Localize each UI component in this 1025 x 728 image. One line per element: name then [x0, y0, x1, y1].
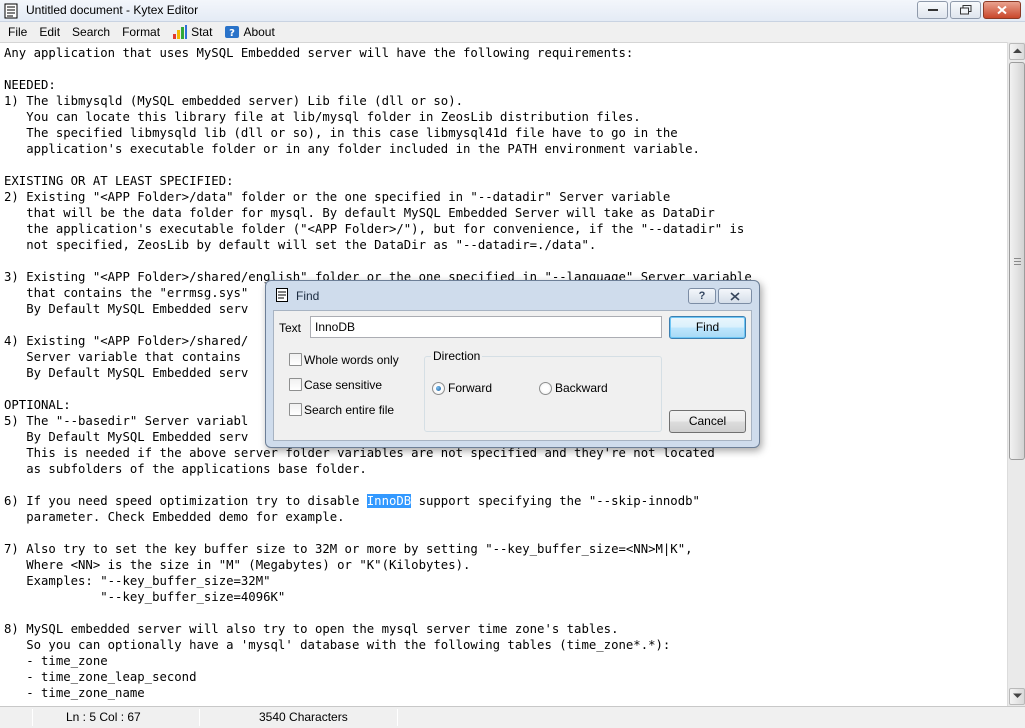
menu-file[interactable]: File — [2, 22, 33, 42]
find-dialog-titlebar[interactable]: Find ? — [266, 281, 759, 309]
menu-bar: File Edit Search Format Stat ? About — [0, 22, 1025, 42]
window-title: Untitled document - Kytex Editor — [26, 3, 199, 17]
find-dialog-body: Text Find Whole words only Case sensitiv… — [273, 310, 752, 441]
find-button[interactable]: Find — [669, 316, 746, 339]
menu-search[interactable]: Search — [66, 22, 116, 42]
menu-edit[interactable]: Edit — [33, 22, 66, 42]
search-entire-checkbox[interactable] — [289, 403, 302, 416]
status-divider — [32, 709, 33, 726]
backward-radio[interactable] — [539, 382, 552, 395]
forward-label[interactable]: Forward — [448, 381, 492, 395]
scroll-up-button[interactable] — [1009, 43, 1025, 60]
find-dialog: Find ? Text Find Whole words only Case s… — [265, 280, 760, 448]
document-icon — [4, 3, 18, 19]
case-sensitive-label[interactable]: Case sensitive — [304, 378, 382, 392]
svg-text:?: ? — [230, 28, 236, 39]
find-text-input[interactable] — [310, 316, 662, 338]
scroll-down-icon — [1013, 693, 1022, 698]
case-sensitive-checkbox[interactable] — [289, 378, 302, 391]
direction-label: Direction — [431, 349, 483, 363]
character-count: 3540 Characters — [259, 710, 348, 724]
thumb-grip — [1014, 261, 1021, 262]
whole-words-checkbox[interactable] — [289, 353, 302, 366]
minimize-button[interactable] — [917, 1, 948, 19]
close-icon — [730, 292, 740, 301]
thumb-grip — [1014, 264, 1021, 265]
menu-about-label: About — [243, 24, 275, 39]
maximize-button[interactable] — [950, 1, 981, 19]
title-bar: Untitled document - Kytex Editor — [0, 0, 1025, 22]
close-icon — [997, 5, 1007, 15]
scrollbar-thumb[interactable] — [1009, 62, 1025, 460]
editor-text-after: support specifying the "--skip-innodb" p… — [4, 494, 700, 700]
cursor-position: Ln : 5 Col : 67 — [66, 710, 141, 724]
close-button[interactable] — [983, 1, 1021, 19]
scroll-down-button[interactable] — [1009, 688, 1025, 705]
menu-stat-label: Stat — [191, 24, 213, 39]
scroll-up-icon — [1013, 48, 1022, 53]
selected-text: InnoDB — [366, 494, 412, 508]
thumb-grip — [1014, 258, 1021, 259]
document-icon — [276, 288, 288, 302]
dialog-help-button[interactable]: ? — [688, 288, 716, 304]
status-divider — [397, 709, 398, 726]
menu-format[interactable]: Format — [116, 22, 166, 42]
help-icon: ? — [225, 26, 240, 39]
status-divider — [199, 709, 200, 726]
minimize-icon — [927, 9, 938, 11]
find-dialog-title: Find — [296, 289, 320, 303]
forward-radio[interactable] — [432, 382, 445, 395]
menu-stat[interactable]: Stat — [166, 22, 218, 42]
status-bar: Ln : 5 Col : 67 3540 Characters — [0, 706, 1025, 728]
backward-label[interactable]: Backward — [555, 381, 608, 395]
help-label: ? — [698, 290, 706, 302]
vertical-scrollbar[interactable] — [1007, 42, 1025, 706]
menu-about[interactable]: ? About — [218, 22, 280, 42]
maximize-icon — [959, 5, 971, 15]
whole-words-label[interactable]: Whole words only — [304, 353, 399, 367]
cancel-button[interactable]: Cancel — [669, 410, 746, 433]
dialog-close-button[interactable] — [718, 288, 752, 304]
text-label: Text — [279, 321, 302, 335]
bar-chart-icon — [173, 25, 188, 39]
search-entire-label[interactable]: Search entire file — [304, 403, 394, 417]
